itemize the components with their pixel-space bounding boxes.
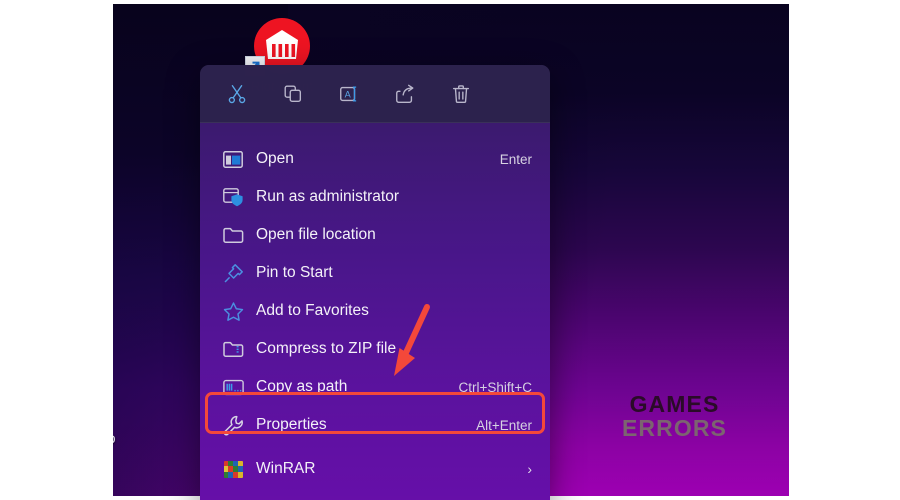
menu-item-label: Open file location <box>256 226 376 243</box>
menu-item-copy-as-path[interactable]: Copy as path Ctrl+Shift+C <box>200 368 550 406</box>
scissors-icon <box>228 84 246 103</box>
menu-item-properties[interactable]: Properties Alt+Enter <box>200 406 550 444</box>
context-menu-toolbar: A <box>200 65 550 123</box>
shield-window-icon <box>222 186 244 208</box>
winrar-icon <box>222 458 244 480</box>
context-menu: A Open Enter Run as administrator Open f… <box>200 65 550 500</box>
wrench-icon <box>222 414 244 436</box>
watermark-line-games: GAMES <box>629 391 720 418</box>
clipped-desktop-label-2: o <box>113 431 116 446</box>
menu-item-label: Copy as path <box>256 378 348 395</box>
delete-button[interactable] <box>438 76 484 112</box>
share-icon <box>396 84 414 103</box>
menu-item-label: Compress to ZIP file <box>256 340 397 357</box>
watermark: GAMES ERRORS <box>621 391 727 442</box>
menu-item-accel: Ctrl+Shift+C <box>458 379 532 395</box>
menu-item-pin-to-start[interactable]: Pin to Start <box>200 254 550 292</box>
menu-item-winrar[interactable]: WinRAR › <box>200 450 550 488</box>
trash-icon <box>452 84 470 103</box>
copy-icon <box>284 85 302 102</box>
menu-item-label: Open <box>256 150 294 167</box>
menu-item-label: Run as administrator <box>256 188 400 205</box>
screenshot-root: Riot Client t o GAMES ERRORS <box>0 0 900 500</box>
share-button[interactable] <box>382 76 428 112</box>
menu-item-label: Properties <box>256 416 327 433</box>
cut-button[interactable] <box>214 76 260 112</box>
menu-item-open[interactable]: Open Enter <box>200 140 550 178</box>
menu-item-add-to-favorites[interactable]: Add to Favorites <box>200 292 550 330</box>
context-menu-items: Open Enter Run as administrator Open fil… <box>200 123 550 500</box>
pin-icon <box>222 262 244 284</box>
copy-path-icon <box>222 376 244 398</box>
star-icon <box>222 300 244 322</box>
menu-item-label: WinRAR <box>256 460 316 477</box>
menu-item-label: Add to Favorites <box>256 302 369 319</box>
menu-item-accel: Enter <box>499 151 532 167</box>
open-window-icon <box>222 148 244 170</box>
rename-icon: A <box>340 85 357 102</box>
zip-folder-icon <box>222 338 244 360</box>
menu-item-label: Pin to Start <box>256 264 333 281</box>
svg-text:A: A <box>345 89 352 99</box>
menu-item-open-file-location[interactable]: Open file location <box>200 216 550 254</box>
chevron-right-icon: › <box>527 461 532 477</box>
riot-fist-glyph <box>266 30 298 59</box>
menu-item-compress-to-zip[interactable]: Compress to ZIP file <box>200 330 550 368</box>
folder-icon <box>222 224 244 246</box>
menu-item-run-as-administrator[interactable]: Run as administrator <box>200 178 550 216</box>
menu-item-accel: Alt+Enter <box>476 417 532 433</box>
rename-button[interactable]: A <box>326 76 372 112</box>
copy-button[interactable] <box>270 76 316 112</box>
watermark-line-errors: ERRORS <box>621 415 727 442</box>
